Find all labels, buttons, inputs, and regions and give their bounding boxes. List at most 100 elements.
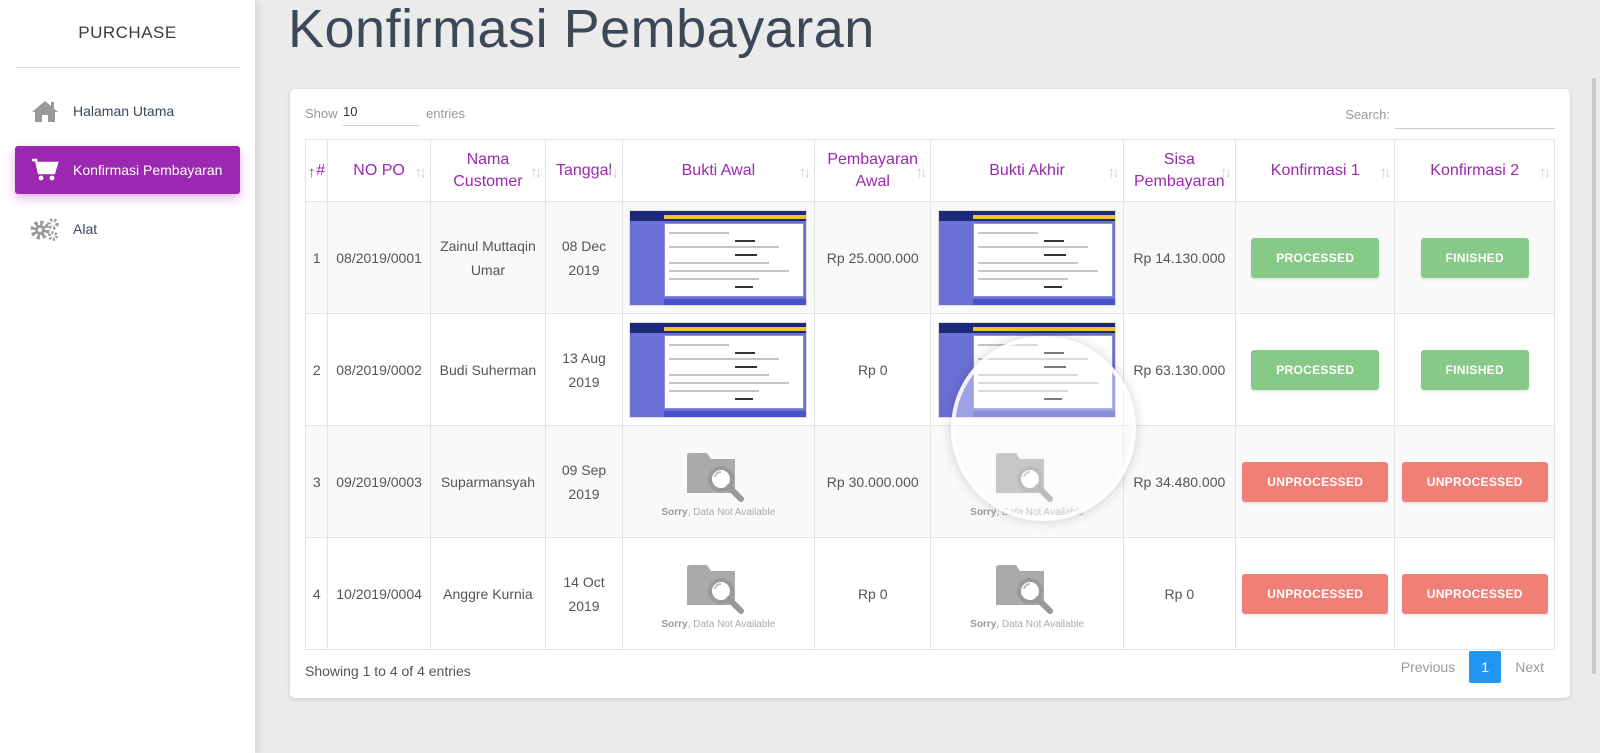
unprocessed-button[interactable]: UNPROCESSED	[1401, 461, 1548, 502]
payment-proof-image[interactable]	[938, 321, 1117, 418]
column-header-nama-customer[interactable]: Nama Customer ↑↓	[429, 139, 547, 202]
cell-number: 4	[304, 537, 329, 650]
search-input[interactable]	[1395, 99, 1555, 129]
cell-number: 2	[304, 313, 329, 426]
sort-icon: ↑↓	[606, 164, 619, 181]
cell-customer: Zainul Muttaqin Umar	[429, 201, 547, 314]
column-header-konfirmasi-1[interactable]: Konfirmasi 1 ↑↓	[1235, 139, 1396, 202]
cell-konfirmasi-2: FINISHED	[1394, 313, 1555, 426]
sidebar: PURCHASE Halaman Utama Konfirmasi Pembay…	[0, 0, 255, 753]
column-header-label: Konfirmasi 2	[1430, 161, 1520, 179]
table-row: 4 10/2019/0004 Anggre Kurnia 14 Oct 2019…	[304, 537, 1555, 650]
not-available-text: Sorry, Data Not Available	[661, 506, 776, 518]
not-available-text: Sorry, Data Not Available	[970, 618, 1084, 630]
column-header-tanggal[interactable]: Tanggal ↑↓	[545, 139, 623, 202]
column-header-label: Bukti Akhir	[989, 161, 1065, 179]
sort-icon: ↑↓	[915, 164, 927, 181]
table-toolbar: Show entries Search:	[305, 97, 1555, 133]
date-text: 08 Dec 2019	[561, 237, 607, 278]
cell-bukti-awal: Sorry, Data Not Available	[621, 425, 815, 538]
cell-customer: Suparmansyah	[429, 425, 547, 538]
column-header-label: Konfirmasi 1	[1270, 161, 1360, 179]
unprocessed-button[interactable]: UNPROCESSED	[1242, 573, 1389, 614]
cell-sisa-pembayaran: Rp 14.130.000	[1122, 201, 1237, 314]
column-header-bukti-awal[interactable]: Bukti Awal ↑↓	[621, 139, 815, 202]
column-header-label: Pembayaran Awal	[827, 150, 919, 190]
finished-button[interactable]: FINISHED	[1420, 349, 1529, 390]
entries-select[interactable]	[343, 98, 419, 126]
payment-proof-image[interactable]	[629, 209, 808, 306]
page-scrollbar[interactable]	[1592, 78, 1596, 674]
unprocessed-button[interactable]: UNPROCESSED	[1401, 573, 1548, 614]
column-header-label: Sisa Pembayaran	[1133, 150, 1225, 190]
folder-search-icon	[996, 564, 1054, 614]
page-title: Konfirmasi Pembayaran	[288, 0, 875, 59]
sort-icon: ↑↓	[1107, 164, 1120, 181]
sort-icon: ↑↓	[798, 164, 811, 181]
processed-button[interactable]: PROCESSED	[1251, 237, 1380, 278]
sidebar-item-alat[interactable]: Alat	[15, 205, 240, 253]
column-header-label: NO PO	[353, 161, 405, 179]
not-available-text: Sorry, Data Not Available	[970, 506, 1084, 518]
show-label: Show	[305, 106, 338, 121]
table-row: 2 08/2019/0002 Budi Suherman 13 Aug 2019…	[304, 313, 1555, 426]
cell-bukti-akhir	[930, 201, 1124, 314]
cell-pembayaran-awal: Rp 25.000.000	[813, 201, 932, 314]
cell-konfirmasi-1: UNPROCESSED	[1235, 537, 1396, 650]
column-header-konfirmasi-2[interactable]: Konfirmasi 2 ↑↓	[1394, 139, 1555, 202]
unprocessed-button[interactable]: UNPROCESSED	[1242, 461, 1389, 502]
cell-customer: Budi Suherman	[429, 313, 547, 426]
sidebar-item-konfirmasi-pembayaran[interactable]: Konfirmasi Pembayaran	[15, 146, 240, 194]
column-header-pembayaran-awal[interactable]: Pembayaran Awal ↑↓	[813, 139, 932, 202]
payment-proof-image[interactable]	[629, 321, 808, 418]
date-text: 14 Oct 2019	[563, 573, 605, 614]
column-header-no-po[interactable]: NO PO ↑↓	[327, 139, 431, 202]
sidebar-nav: Halaman Utama Konfirmasi Pembayaran Alat	[0, 87, 255, 253]
cell-bukti-akhir	[930, 313, 1124, 426]
table-row: 3 09/2019/0003 Suparmansyah 09 Sep 2019 …	[304, 425, 1555, 538]
sidebar-item-label: Alat	[73, 221, 98, 237]
cell-bukti-akhir: Sorry, Data Not Available	[930, 537, 1124, 650]
cell-sisa-pembayaran: Rp 63.130.000	[1122, 313, 1237, 426]
column-header-bukti-akhir[interactable]: Bukti Akhir ↑↓	[930, 139, 1124, 202]
date-text: 09 Sep 2019	[561, 461, 607, 502]
cell-pembayaran-awal: Rp 0	[813, 313, 932, 426]
sidebar-item-halaman-utama[interactable]: Halaman Utama	[15, 87, 240, 135]
column-header-number[interactable]: ↑ #	[304, 139, 329, 202]
pagination-page-1[interactable]: 1	[1469, 651, 1502, 683]
processed-button[interactable]: PROCESSED	[1251, 349, 1380, 390]
no-data-placeholder: Sorry, Data Not Available	[935, 445, 1118, 519]
pagination-next[interactable]: Next	[1505, 659, 1554, 675]
column-header-label: Tanggal	[555, 161, 613, 179]
pagination-previous[interactable]: Previous	[1391, 659, 1465, 675]
table-info: Showing 1 to 4 of 4 entries	[305, 663, 471, 679]
payment-proof-image[interactable]	[938, 209, 1117, 306]
sidebar-item-label: Halaman Utama	[73, 103, 175, 119]
column-header-sisa-pembayaran[interactable]: Sisa Pembayaran ↑↓	[1122, 139, 1237, 202]
sidebar-brand: PURCHASE	[15, 0, 240, 68]
cell-number: 1	[304, 201, 329, 314]
finished-button[interactable]: FINISHED	[1420, 237, 1529, 278]
column-header-label: #	[316, 161, 326, 179]
cell-konfirmasi-2: UNPROCESSED	[1394, 425, 1555, 538]
cell-konfirmasi-1: UNPROCESSED	[1235, 425, 1396, 538]
table-header-row: ↑ # NO PO ↑↓ Nama Customer ↑↓ Tanggal ↑↓ Buk…	[304, 139, 1555, 202]
date-text: 13 Aug 2019	[562, 349, 606, 390]
not-available-text: Sorry, Data Not Available	[661, 618, 776, 630]
cell-no-po: 08/2019/0002	[327, 313, 431, 426]
sort-icon: ↑↓	[530, 164, 542, 181]
cell-date: 13 Aug 2019	[545, 313, 623, 426]
search-label: Search:	[1345, 107, 1390, 122]
folder-search-icon	[996, 452, 1054, 502]
cell-no-po: 09/2019/0003	[327, 425, 431, 538]
cell-no-po: 10/2019/0004	[327, 537, 431, 650]
sidebar-item-label: Konfirmasi Pembayaran	[73, 162, 223, 178]
no-data-placeholder: Sorry, Data Not Available	[627, 557, 810, 631]
no-data-placeholder: Sorry, Data Not Available	[627, 445, 810, 519]
cell-bukti-awal: Sorry, Data Not Available	[621, 537, 815, 650]
cell-sisa-pembayaran: Rp 0	[1122, 537, 1237, 650]
cell-bukti-awal	[621, 201, 815, 314]
folder-search-icon	[687, 564, 745, 614]
sort-asc-icon: ↑	[308, 164, 315, 181]
cart-icon	[29, 158, 61, 182]
